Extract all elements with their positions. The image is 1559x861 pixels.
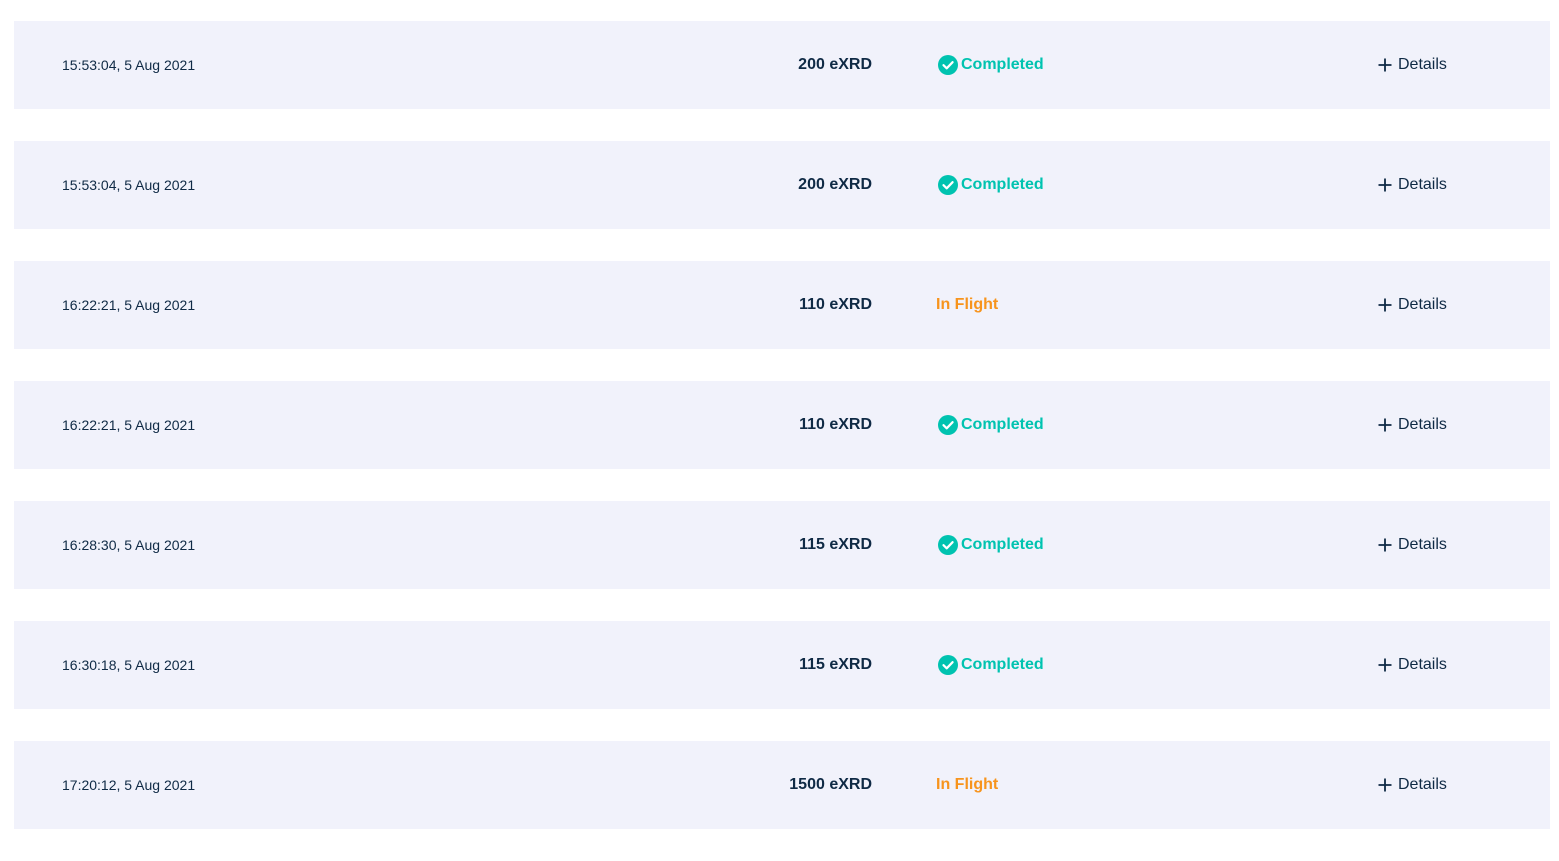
transaction-amount: 200 eXRD — [798, 56, 872, 73]
plus-icon — [1378, 538, 1392, 552]
transaction-amount: 1500 eXRD — [789, 776, 872, 793]
transaction-time: 15:53:04, 5 Aug 2021 — [62, 177, 196, 193]
details-label: Details — [1398, 416, 1447, 433]
check-circle-icon — [938, 415, 958, 435]
transaction-time: 16:22:21, 5 Aug 2021 — [62, 417, 196, 433]
check-circle-icon — [938, 55, 958, 75]
transaction-time: 17:20:12, 5 Aug 2021 — [62, 777, 196, 793]
details-label: Details — [1398, 656, 1447, 673]
status-label: Completed — [961, 176, 1044, 193]
status-label: In Flight — [936, 296, 999, 313]
transaction-amount: 200 eXRD — [798, 176, 872, 193]
details-label: Details — [1398, 776, 1447, 793]
transaction-row: 16:28:30, 5 Aug 2021 115 eXRD Completed … — [14, 501, 1550, 589]
details-label: Details — [1398, 296, 1447, 313]
plus-icon — [1378, 658, 1392, 672]
plus-icon — [1378, 298, 1392, 312]
transaction-amount: 110 eXRD — [799, 416, 872, 433]
plus-icon — [1378, 418, 1392, 432]
transaction-amount: 110 eXRD — [799, 296, 872, 313]
status-badge: In Flight — [936, 741, 998, 829]
details-button[interactable]: Details — [1378, 501, 1447, 589]
details-label: Details — [1398, 536, 1447, 553]
plus-icon — [1378, 778, 1392, 792]
status-badge: Completed — [936, 381, 1044, 469]
transaction-row: 15:53:04, 5 Aug 2021 200 eXRD Completed … — [14, 141, 1550, 229]
details-button[interactable]: Details — [1378, 741, 1447, 829]
transaction-row: 17:20:12, 5 Aug 2021 1500 eXRD In Flight… — [14, 741, 1550, 829]
status-badge: Completed — [936, 501, 1044, 589]
transaction-time: 16:30:18, 5 Aug 2021 — [62, 657, 196, 673]
status-label: Completed — [961, 536, 1044, 553]
transaction-row: 15:53:04, 5 Aug 2021 200 eXRD Completed … — [14, 21, 1550, 109]
check-circle-icon — [938, 655, 958, 675]
transaction-amount: 115 eXRD — [799, 536, 872, 553]
details-button[interactable]: Details — [1378, 261, 1447, 349]
transaction-time: 16:28:30, 5 Aug 2021 — [62, 537, 196, 553]
status-badge: Completed — [936, 141, 1044, 229]
check-circle-icon — [938, 175, 958, 195]
plus-icon — [1378, 58, 1392, 72]
details-button[interactable]: Details — [1378, 621, 1447, 709]
status-label: Completed — [961, 656, 1044, 673]
transaction-row: 16:22:21, 5 Aug 2021 110 eXRD Completed … — [14, 381, 1550, 469]
status-badge: Completed — [936, 621, 1044, 709]
transaction-amount: 115 eXRD — [799, 656, 872, 673]
status-label: Completed — [961, 56, 1044, 73]
check-circle-icon — [938, 535, 958, 555]
transaction-time: 16:22:21, 5 Aug 2021 — [62, 297, 196, 313]
status-badge: In Flight — [936, 261, 998, 349]
details-button[interactable]: Details — [1378, 141, 1447, 229]
transaction-list: 15:53:04, 5 Aug 2021 200 eXRD Completed … — [14, 21, 1550, 861]
plus-icon — [1378, 178, 1392, 192]
transaction-row: 16:30:18, 5 Aug 2021 115 eXRD Completed … — [14, 621, 1550, 709]
details-label: Details — [1398, 176, 1447, 193]
transaction-row: 16:22:21, 5 Aug 2021 110 eXRD In Flight … — [14, 261, 1550, 349]
details-button[interactable]: Details — [1378, 21, 1447, 109]
status-label: In Flight — [936, 776, 999, 793]
status-badge: Completed — [936, 21, 1044, 109]
transaction-time: 15:53:04, 5 Aug 2021 — [62, 57, 196, 73]
status-label: Completed — [961, 416, 1044, 433]
details-button[interactable]: Details — [1378, 381, 1447, 469]
details-label: Details — [1398, 56, 1447, 73]
